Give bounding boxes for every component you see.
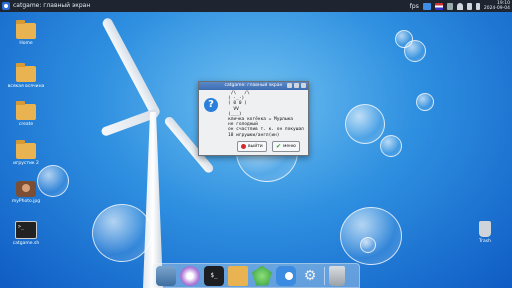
toggle-icon[interactable] [276, 265, 296, 286]
dialog-title: catgame: главный экран [224, 83, 283, 88]
windmill-tower [143, 112, 163, 288]
menu-button[interactable]: ✔ меню [272, 141, 300, 152]
desktop-icon-create[interactable]: create [3, 101, 49, 127]
desktop-icon-label: всякая всячина [7, 84, 45, 89]
clock[interactable]: 19:10 2024-09-04 [484, 1, 510, 11]
bubble [345, 104, 385, 144]
desktop-icon-label: игрустик 2 [13, 161, 39, 166]
desktop-icon-trash[interactable]: Trash [462, 221, 508, 244]
desktop-icon-home[interactable]: Home [3, 20, 49, 46]
battery-icon[interactable] [446, 2, 453, 10]
top-panel: catgame: главный экран fps 19:10 2024-09… [0, 0, 512, 12]
active-window[interactable]: catgame: главный экран [2, 1, 90, 11]
dialog-titlebar[interactable]: catgame: главный экран [199, 82, 308, 90]
finder-icon[interactable] [156, 265, 176, 286]
trash-icon[interactable] [329, 265, 345, 286]
stop-icon [241, 144, 246, 149]
desktop-icon-game2[interactable]: игрустик 2 [3, 140, 49, 166]
checkmark-icon: ✔ [276, 143, 282, 150]
gem-icon[interactable] [252, 265, 272, 286]
desktop-icon-label: myPhoto.jpg [11, 199, 41, 204]
trash-icon [479, 221, 491, 237]
bubble [92, 204, 152, 262]
settings-icon[interactable]: ⚙ [300, 266, 320, 286]
bubble [380, 135, 402, 157]
folder-icon [16, 140, 36, 159]
bubble [340, 207, 402, 265]
active-window-title: catgame: главный экран [13, 2, 91, 9]
exit-button[interactable]: выйти [237, 141, 267, 152]
menu-button-label: меню [283, 144, 296, 149]
desktop-icon-photo[interactable]: myPhoto.jpg [3, 181, 49, 204]
terminal-icon[interactable]: $_ [204, 265, 224, 286]
volume-icon[interactable] [466, 2, 472, 10]
desktop-icon-label: Trash [479, 239, 491, 244]
desktop-icon-catgame[interactable]: catgame.sh [3, 221, 49, 246]
folder-icon [16, 101, 36, 120]
bubble [360, 237, 376, 253]
power-icon[interactable] [475, 2, 480, 10]
dock-separator [324, 266, 325, 285]
bubble [404, 40, 426, 62]
close-icon[interactable] [301, 83, 306, 88]
photo-thumbnail [16, 181, 36, 197]
desktop-icon-label: catgame.sh [12, 241, 40, 246]
clock-date: 2024-09-04 [483, 6, 510, 11]
bubble [416, 93, 434, 111]
system-tray: fps 19:10 2024-09-04 [410, 0, 510, 12]
fps-label[interactable]: fps [410, 3, 419, 10]
app-icon [2, 2, 10, 10]
window-controls [287, 83, 306, 88]
desktop-icon-label: create [18, 122, 34, 127]
windmill-blade [100, 16, 162, 119]
dialog-message: /\ /\ ( ·_·) ( 0 0 ) VV (___) кличка кот… [228, 91, 304, 138]
minimize-icon[interactable] [287, 83, 292, 88]
terminal-script-icon [15, 221, 37, 239]
browser-icon[interactable] [180, 265, 200, 286]
folder-icon [16, 20, 36, 39]
desktop-icon-label: Home [19, 41, 33, 46]
question-icon: ? [204, 98, 218, 112]
display-icon[interactable] [422, 2, 431, 10]
folder-icon[interactable] [228, 265, 248, 286]
wifi-icon[interactable] [456, 2, 463, 10]
exit-button-label: выйти [248, 144, 263, 149]
flag-icon[interactable] [434, 2, 443, 10]
dock: $_ ⚙ [152, 263, 360, 288]
desktop-icon-misc[interactable]: всякая всячина [3, 63, 49, 89]
folder-icon [16, 63, 36, 82]
maximize-icon[interactable] [294, 83, 299, 88]
